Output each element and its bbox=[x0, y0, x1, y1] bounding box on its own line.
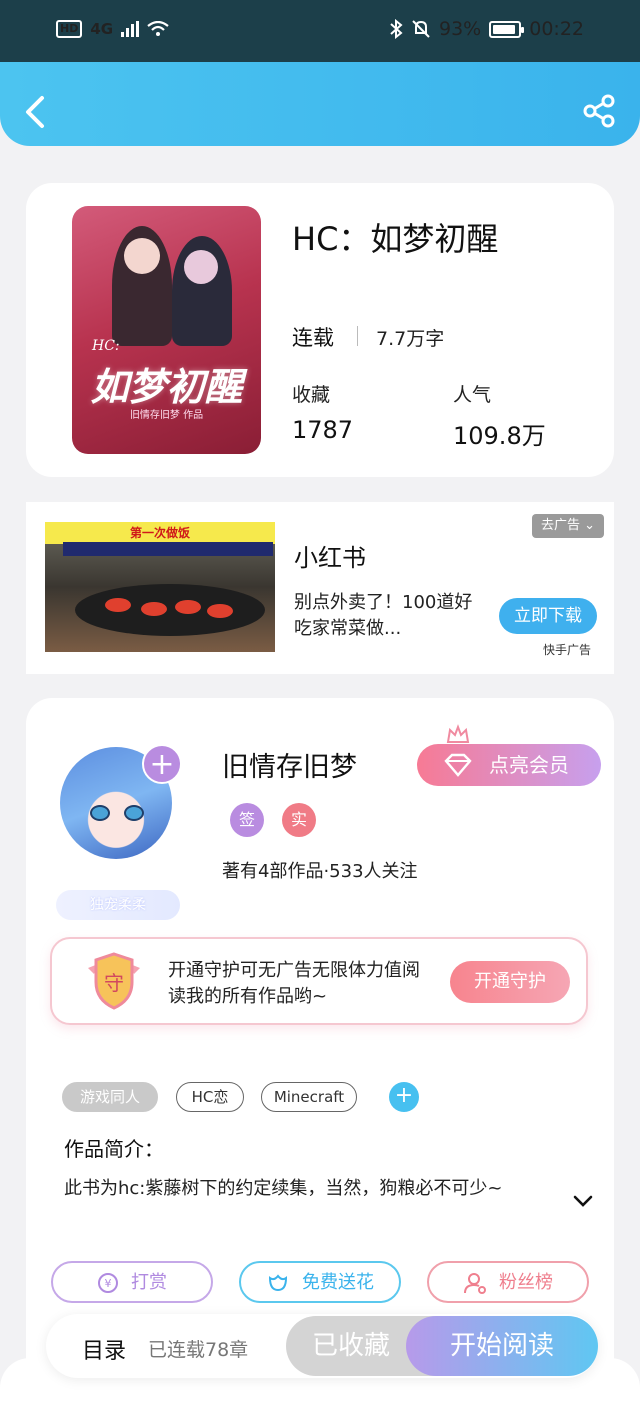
header-bar bbox=[0, 62, 640, 146]
vip-label: 点亮会员 bbox=[489, 753, 569, 777]
intro-text: 此书为hc:紫藤树下的约定续集，当然，狗粮必不可少~ bbox=[64, 1178, 503, 1199]
open-guard-button[interactable]: 开通守护 bbox=[450, 961, 570, 1003]
ad-banner-strip bbox=[63, 542, 273, 556]
signed-badge: 签 bbox=[230, 803, 264, 837]
status-right: 93% 00:22 bbox=[389, 18, 584, 40]
ad-title: 小红书 bbox=[294, 544, 366, 572]
back-icon[interactable] bbox=[20, 92, 50, 132]
cover-face-right bbox=[184, 250, 218, 284]
toc-button[interactable]: 目录 bbox=[82, 1333, 126, 1365]
vip-button[interactable]: 点亮会员 bbox=[417, 744, 601, 786]
clock: 00:22 bbox=[529, 18, 584, 40]
diamond-icon bbox=[444, 753, 472, 777]
cover-prefix: HC: bbox=[92, 338, 120, 354]
shield-char: 守 bbox=[104, 971, 124, 995]
ad-download-button[interactable]: 立即下载 bbox=[499, 598, 597, 634]
cover-face-left bbox=[124, 238, 160, 274]
remove-ad-button[interactable]: 去广告 ⌄ bbox=[532, 514, 604, 538]
tip-label: 打赏 bbox=[131, 1272, 167, 1293]
ad-egg bbox=[141, 602, 167, 616]
signal-icon bbox=[121, 21, 140, 37]
intro-title: 作品简介： bbox=[64, 1137, 164, 1161]
chevron-down-icon[interactable] bbox=[572, 1190, 594, 1212]
serial-status: 连载 bbox=[292, 326, 334, 350]
wifi-icon bbox=[147, 21, 169, 36]
avatar-frame-label: 独宠柔柔 bbox=[56, 890, 180, 920]
ad-image[interactable]: 第一次做饭 bbox=[45, 522, 275, 652]
tag-item[interactable]: 游戏同人 bbox=[62, 1082, 158, 1112]
ad-source: 快手广告 bbox=[543, 643, 592, 657]
status-divider bbox=[357, 326, 358, 346]
author-name: 旧情存旧梦 bbox=[222, 752, 357, 783]
start-reading-button[interactable]: 开始阅读 bbox=[406, 1316, 598, 1376]
ad-banner-text: 第一次做饭 bbox=[45, 522, 275, 544]
book-cover[interactable]: HC: 如梦初醒 旧情存旧梦 作品 bbox=[72, 206, 261, 454]
add-tag-button[interactable]: + bbox=[389, 1082, 419, 1112]
collect-value: 1787 bbox=[292, 416, 354, 444]
avatar-eye bbox=[124, 805, 144, 821]
follow-add-button[interactable]: + bbox=[142, 744, 182, 784]
fans-rank-button[interactable]: 粉丝榜 bbox=[427, 1261, 589, 1303]
collect-label: 收藏 bbox=[292, 384, 331, 406]
send-flower-button[interactable]: 免费送花 bbox=[239, 1261, 401, 1303]
share-icon[interactable] bbox=[582, 94, 616, 128]
ad-egg bbox=[175, 600, 201, 614]
author-stats: 著有4部作品·533人关注 bbox=[222, 861, 418, 882]
coin-icon: ¥ bbox=[98, 1273, 118, 1293]
flower-label: 免费送花 bbox=[302, 1272, 374, 1293]
remove-ad-label: 去广告 bbox=[540, 518, 580, 533]
tag-item[interactable]: HC恋 bbox=[176, 1082, 244, 1112]
tag-item[interactable]: Minecraft bbox=[261, 1082, 357, 1112]
user-icon bbox=[464, 1273, 486, 1294]
flower-icon bbox=[268, 1274, 288, 1292]
network-indicator: 4G bbox=[90, 20, 114, 38]
ad-pan bbox=[75, 584, 265, 636]
word-count: 7.7万字 bbox=[376, 328, 445, 350]
avatar-eye bbox=[90, 805, 110, 821]
tip-button[interactable]: ¥ 打赏 bbox=[51, 1261, 213, 1303]
svg-text:¥: ¥ bbox=[105, 1277, 112, 1290]
cover-title: 如梦初醒 bbox=[90, 364, 243, 409]
battery-percent: 93% bbox=[439, 18, 482, 40]
mute-bell-icon bbox=[412, 20, 430, 38]
status-left: HD 4G bbox=[56, 20, 169, 38]
ad-description: 别点外卖了！100道好吃家常菜做... bbox=[294, 592, 473, 639]
battery-icon bbox=[489, 20, 525, 38]
book-title: HC：如梦初醒 bbox=[292, 220, 499, 258]
verified-badge: 实 bbox=[282, 803, 316, 837]
crown-icon bbox=[446, 724, 470, 743]
shield-icon: 守 bbox=[88, 952, 140, 1010]
ad-egg bbox=[105, 598, 131, 612]
bluetooth-icon bbox=[390, 19, 403, 39]
guard-text: 开通守护可无广告无限体力值阅读我的所有作品哟~ bbox=[168, 960, 420, 1007]
cover-author-line: 旧情存旧梦 作品 bbox=[129, 410, 204, 421]
popularity-value: 109.8万 bbox=[453, 422, 546, 450]
chapter-count: 已连载78章 bbox=[148, 1339, 249, 1361]
popularity-label: 人气 bbox=[453, 384, 492, 406]
fans-label: 粉丝榜 bbox=[499, 1272, 553, 1293]
ad-egg bbox=[207, 604, 233, 618]
hd-indicator: HD bbox=[56, 20, 83, 38]
